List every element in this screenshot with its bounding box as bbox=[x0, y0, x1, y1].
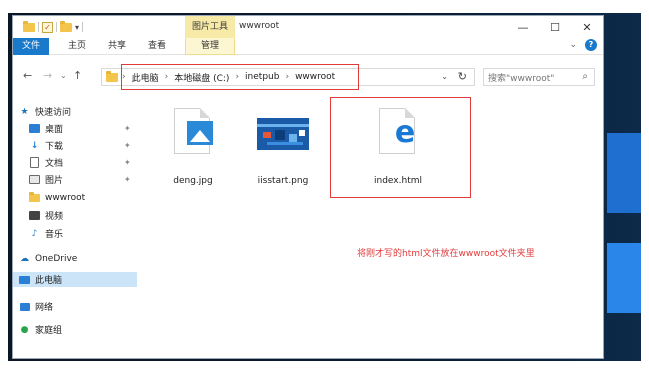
document-page bbox=[174, 108, 213, 154]
pin-icon[interactable]: ✦ bbox=[124, 158, 131, 167]
contextual-group-picture-tools: 图片工具 bbox=[185, 16, 235, 38]
this-pc-icon bbox=[19, 275, 30, 285]
sidebar-item-label: 网络 bbox=[35, 303, 54, 313]
desktop-glow bbox=[607, 243, 641, 313]
minimize-button[interactable]: — bbox=[507, 16, 539, 38]
folder-icon bbox=[106, 70, 118, 82]
ribbon-right-controls: ⌄ ? bbox=[569, 39, 597, 51]
refresh-icon[interactable]: ↻ bbox=[458, 70, 467, 83]
sidebar-item-videos[interactable]: 视频 bbox=[13, 208, 137, 223]
new-folder-icon[interactable] bbox=[60, 20, 72, 32]
sidebar-item-label: 文档 bbox=[45, 159, 64, 169]
sidebar-item-music[interactable]: ♪ 音乐 bbox=[13, 226, 137, 241]
file-name: iisstart.png bbox=[257, 176, 309, 186]
folder-icon bbox=[23, 20, 35, 32]
window-title: wwwroot bbox=[239, 21, 280, 31]
maximize-button[interactable]: ☐ bbox=[539, 16, 571, 38]
sidebar-item-label: OneDrive bbox=[35, 253, 78, 264]
back-button[interactable]: ← bbox=[23, 69, 32, 82]
sidebar-item-label: 快速访问 bbox=[35, 108, 72, 118]
pictures-icon bbox=[29, 175, 40, 185]
onedrive-icon: ☁ bbox=[20, 253, 29, 264]
divider bbox=[56, 22, 57, 32]
image-preview bbox=[187, 121, 213, 145]
properties-check-icon[interactable]: ✓ bbox=[42, 21, 53, 33]
sidebar-item-desktop[interactable]: 桌面 ✦ bbox=[13, 121, 137, 136]
sidebar-item-label: 下载 bbox=[45, 142, 64, 152]
sidebar-item-label: wwwroot bbox=[45, 192, 86, 203]
sidebar-item-label: 视频 bbox=[45, 212, 64, 222]
search-icon[interactable]: ⌕ bbox=[582, 71, 588, 82]
sidebar-item-homegroup[interactable]: ● 家庭组 bbox=[19, 322, 137, 337]
up-button[interactable]: ↑ bbox=[73, 69, 82, 82]
file-name: deng.jpg bbox=[173, 176, 213, 186]
sidebar-item-quick-access[interactable]: ★ 快速访问 bbox=[19, 104, 137, 119]
star-icon: ★ bbox=[20, 106, 29, 117]
address-highlight-box bbox=[121, 64, 359, 90]
pin-icon[interactable]: ✦ bbox=[124, 124, 131, 133]
pin-icon[interactable]: ✦ bbox=[124, 141, 131, 150]
tab-manage[interactable]: 管理 bbox=[185, 38, 235, 55]
video-icon bbox=[29, 211, 40, 221]
file-highlight-box bbox=[330, 97, 471, 198]
sidebar-item-label: 图片 bbox=[45, 176, 64, 186]
network-icon bbox=[19, 302, 30, 312]
music-icon: ♪ bbox=[31, 228, 38, 239]
divider bbox=[82, 22, 84, 32]
search-input[interactable]: 搜索"wwwroot" ⌕ bbox=[483, 68, 595, 86]
sidebar-item-label: 桌面 bbox=[45, 125, 64, 135]
download-icon: ↓ bbox=[30, 140, 39, 151]
tab-home[interactable]: 主页 bbox=[63, 38, 91, 55]
sidebar-item-label: 此电脑 bbox=[35, 276, 63, 286]
thumbnail-preview bbox=[257, 118, 309, 150]
file-item-iisstart-png[interactable]: iisstart.png bbox=[243, 102, 323, 198]
sidebar-item-label: 家庭组 bbox=[35, 326, 63, 336]
forward-button[interactable]: → bbox=[43, 69, 52, 82]
search-placeholder: 搜索"wwwroot" bbox=[488, 73, 555, 84]
tab-view[interactable]: 查看 bbox=[143, 38, 171, 55]
ribbon-tabs: 文件 主页 共享 查看 管理 ⌄ ? bbox=[13, 38, 603, 55]
title-bar: ✓ ▾ 图片工具 wwwroot — ☐ ✕ bbox=[13, 16, 603, 38]
address-history-dropdown-icon[interactable]: ⌄ bbox=[441, 72, 448, 81]
sidebar-item-pictures[interactable]: 图片 ✦ bbox=[13, 172, 137, 187]
navigation-pane: ★ 快速访问 桌面 ✦ ↓ 下载 ✦ 文档 ✦ 图片 ✦ wwwroot 视频 … bbox=[13, 102, 137, 358]
homegroup-icon: ● bbox=[20, 324, 29, 335]
quick-access-toolbar: ✓ ▾ bbox=[23, 20, 84, 34]
sidebar-item-network[interactable]: 网络 bbox=[19, 299, 137, 314]
tab-share[interactable]: 共享 bbox=[103, 38, 131, 55]
sidebar-item-label: 音乐 bbox=[45, 230, 64, 240]
sidebar-item-documents[interactable]: 文档 ✦ bbox=[13, 155, 137, 170]
tab-file[interactable]: 文件 bbox=[13, 38, 49, 55]
image-file-icon bbox=[167, 108, 217, 168]
sidebar-item-this-pc[interactable]: 此电脑 bbox=[13, 272, 137, 287]
explorer-window: ✓ ▾ 图片工具 wwwroot — ☐ ✕ 文件 主页 共享 查看 管理 ⌄ … bbox=[12, 15, 604, 359]
divider bbox=[38, 22, 39, 32]
expand-ribbon-icon[interactable]: ⌄ bbox=[569, 40, 577, 50]
close-button[interactable]: ✕ bbox=[571, 16, 603, 38]
sidebar-item-downloads[interactable]: ↓ 下载 ✦ bbox=[13, 138, 137, 153]
sidebar-item-onedrive[interactable]: ☁ OneDrive bbox=[19, 251, 137, 266]
sidebar-item-wwwroot[interactable]: wwwroot bbox=[13, 190, 137, 205]
pin-icon[interactable]: ✦ bbox=[124, 175, 131, 184]
page-fold bbox=[200, 108, 210, 118]
recent-locations-icon[interactable]: ⌄ bbox=[60, 71, 67, 80]
document-icon bbox=[29, 157, 40, 168]
help-icon[interactable]: ? bbox=[585, 39, 597, 51]
folder-icon bbox=[29, 191, 40, 203]
desktop-icon bbox=[29, 124, 40, 134]
file-item-deng-jpg[interactable]: deng.jpg bbox=[153, 102, 233, 198]
customize-toolbar-dropdown-icon[interactable]: ▾ bbox=[75, 23, 79, 32]
annotation-text: 将刚才写的html文件放在wwwroot文件夹里 bbox=[357, 249, 535, 259]
window-controls: — ☐ ✕ bbox=[507, 16, 603, 38]
png-thumbnail bbox=[257, 108, 309, 168]
desktop-glow bbox=[607, 133, 641, 213]
